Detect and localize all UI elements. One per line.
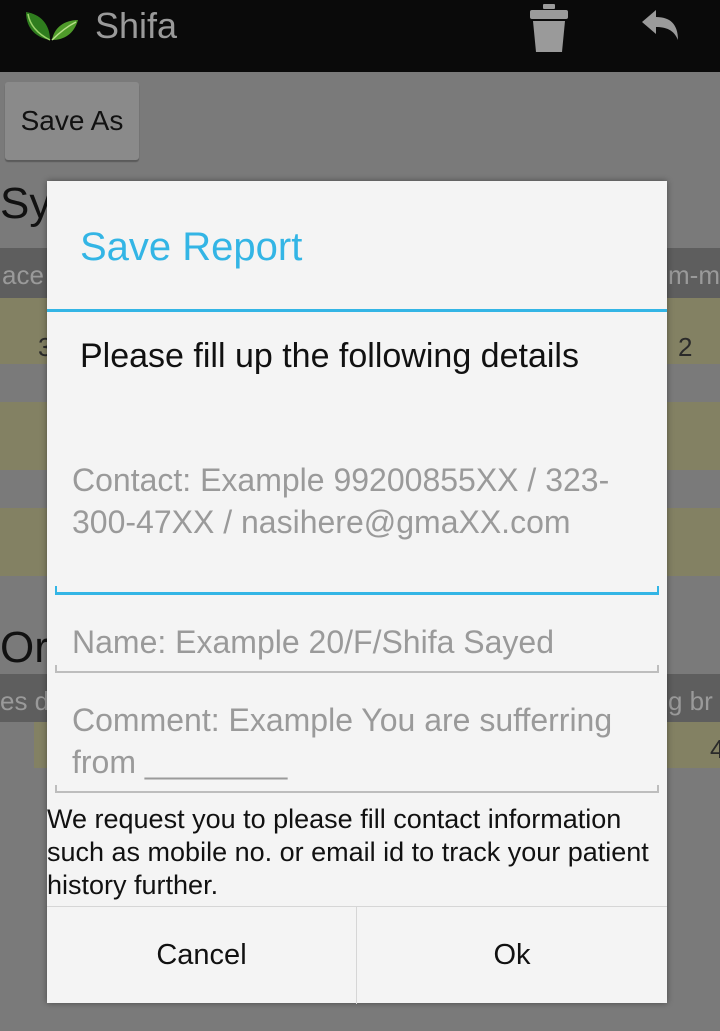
name-underline [55,665,659,673]
cancel-button[interactable]: Cancel [47,907,357,1004]
comment-field[interactable]: Comment: Example You are sufferring from… [55,699,659,793]
dialog-title: Save Report [80,225,303,269]
table-header-cell: m-m [668,260,720,290]
action-bar: Shifa [0,0,720,72]
table-cell: 2 [678,332,693,362]
table-cell: 4 [710,734,720,764]
contact-field[interactable]: Contact: Example 99200855XX / 323-300-47… [55,459,659,595]
leaf-logo-icon [26,12,78,41]
title-divider [47,309,667,312]
section-heading-symptoms: Sy [0,179,52,228]
table-header-cell: ace [2,260,44,290]
save-as-button[interactable]: Save As [5,82,139,160]
app-title: Shifa [95,5,178,46]
contact-placeholder: Contact: Example 99200855XX / 323-300-47… [72,462,610,540]
back-icon[interactable] [640,8,682,44]
contact-underline [55,586,659,595]
dialog-button-bar: Cancel Ok [47,906,667,1004]
comment-underline [55,785,659,793]
table-header-cell: es d [0,686,50,716]
section-heading-orders: Or [0,623,49,672]
ok-button[interactable]: Ok [357,907,667,1004]
save-report-dialog: Save Report Please fill up the following… [47,181,667,1004]
trash-icon[interactable] [528,2,570,54]
name-placeholder: Name: Example 20/F/Shifa Sayed [72,624,555,660]
table-header-cell: g br [668,686,713,716]
name-field[interactable]: Name: Example 20/F/Shifa Sayed [55,621,659,673]
info-text: We request you to please fill contact in… [47,804,649,900]
dialog-message: Please fill up the following details [80,337,579,375]
comment-placeholder: Comment: Example You are sufferring from… [72,702,622,780]
